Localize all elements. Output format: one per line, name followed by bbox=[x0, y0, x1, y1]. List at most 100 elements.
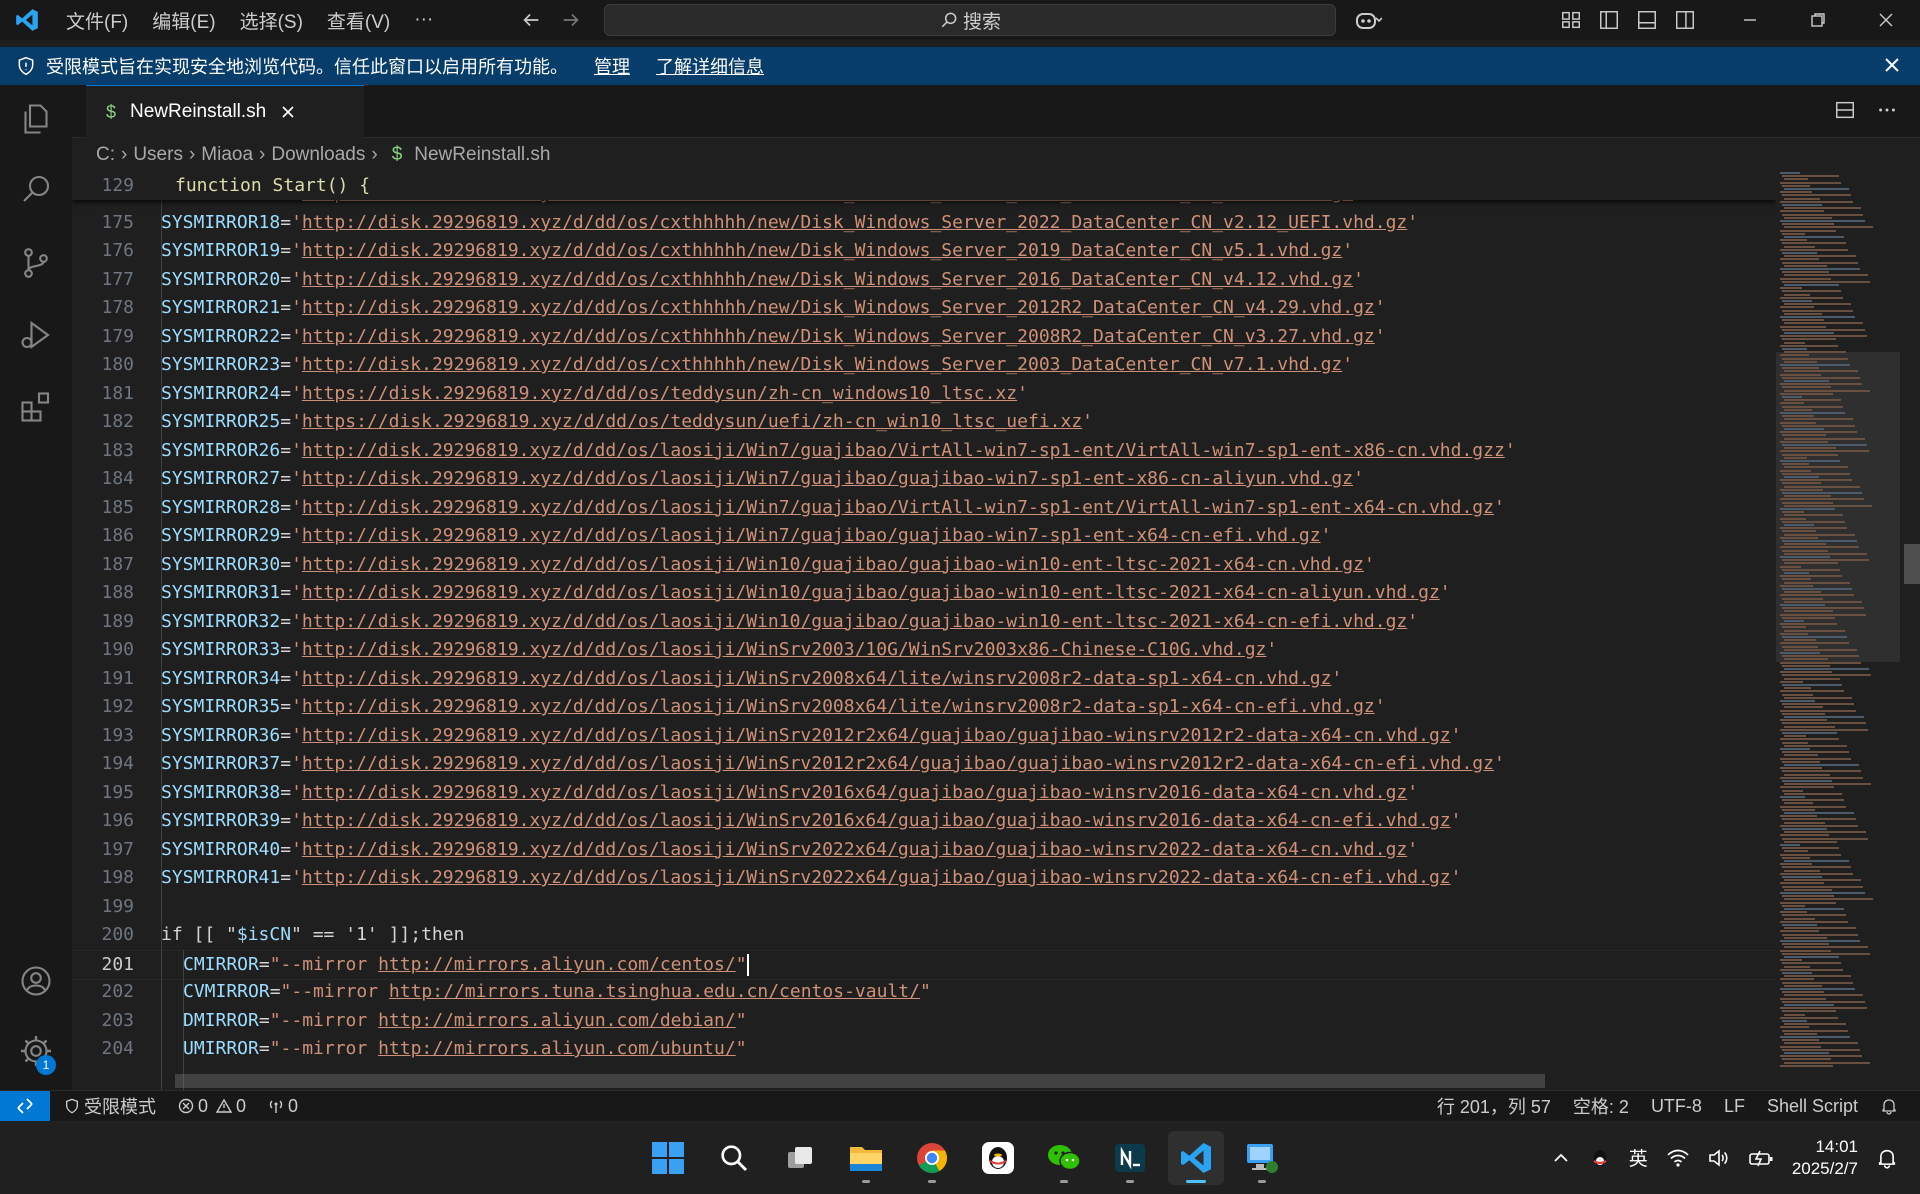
restore-button[interactable] bbox=[1784, 0, 1852, 40]
mirror-url-link[interactable]: http://disk.29296819.xyz/d/dd/os/cxthhhh… bbox=[302, 240, 1342, 261]
mirror-url-link[interactable]: http://disk.29296819.xyz/d/dd/os/laosiji… bbox=[302, 696, 1375, 717]
mirror-url-link[interactable]: http://mirrors.aliyun.com/ubuntu/ bbox=[378, 1038, 736, 1059]
mirror-url-link[interactable]: http://disk.29296819.xyz/d/dd/os/laosiji… bbox=[302, 497, 1494, 518]
notification-bell-icon[interactable] bbox=[1876, 1147, 1898, 1169]
language-mode[interactable]: Shell Script bbox=[1767, 1096, 1858, 1117]
more-actions-icon[interactable] bbox=[1876, 99, 1898, 121]
tab-close-icon[interactable] bbox=[280, 104, 296, 120]
input-method-indicator[interactable]: 英 bbox=[1629, 1144, 1648, 1171]
encoding[interactable]: UTF-8 bbox=[1651, 1096, 1702, 1117]
mirror-url-link[interactable]: http://mirrors.aliyun.com/debian/ bbox=[378, 1010, 736, 1031]
mirror-url-link[interactable]: http://disk.29296819.xyz/d/dd/os/laosiji… bbox=[302, 753, 1494, 774]
remote-indicator[interactable] bbox=[0, 1091, 50, 1121]
mirror-url-link[interactable]: http://disk.29296819.xyz/d/dd/os/cxthhhh… bbox=[302, 269, 1353, 290]
mirror-url-link[interactable]: http://mirrors.aliyun.com/centos/ bbox=[378, 954, 736, 975]
file-explorer-app[interactable] bbox=[838, 1131, 894, 1185]
mirror-url-link[interactable]: http://disk.29296819.xyz/d/dd/os/laosiji… bbox=[302, 810, 1451, 831]
mirror-url-link[interactable]: http://disk.29296819.xyz/d/dd/os/laosiji… bbox=[302, 554, 1364, 575]
cursor-position[interactable]: 行 201，列 57 bbox=[1437, 1093, 1551, 1119]
running-indicator bbox=[928, 1180, 936, 1183]
scrollbar-thumb[interactable] bbox=[1904, 544, 1920, 584]
notifications-button[interactable] bbox=[1880, 1097, 1898, 1115]
qq-app[interactable] bbox=[970, 1131, 1026, 1185]
clock[interactable]: 14:01 2025/2/7 bbox=[1792, 1136, 1858, 1180]
minimap-line bbox=[1784, 1023, 1846, 1026]
breadcrumb-miaoa[interactable]: Miaoa bbox=[201, 144, 253, 166]
mirror-url-link[interactable]: http://disk.29296819.xyz/d/dd/os/laosiji… bbox=[302, 839, 1407, 860]
taskbar-search-button[interactable] bbox=[706, 1131, 762, 1185]
command-center-search[interactable]: 搜索 bbox=[604, 4, 1336, 36]
mirror-url-link[interactable]: http://disk.29296819.xyz/d/dd/os/laosiji… bbox=[302, 611, 1407, 632]
mirror-url-link[interactable]: http://disk.29296819.xyz/d/dd/os/laosiji… bbox=[302, 440, 1505, 461]
battery-charging-icon[interactable] bbox=[1748, 1148, 1774, 1168]
menu-view[interactable]: 查看(V) bbox=[315, 7, 402, 34]
menu-edit[interactable]: 编辑(E) bbox=[140, 7, 227, 34]
toggle-secondary-sidebar-icon[interactable] bbox=[1674, 9, 1696, 31]
chevron-up-icon[interactable] bbox=[1551, 1148, 1571, 1168]
code-editor[interactable]: 129 function Start() { 174SYSMIRROR17='h… bbox=[72, 172, 1776, 1090]
mirror-url-link[interactable]: http://disk.29296819.xyz/d/dd/os/laosiji… bbox=[302, 668, 1332, 689]
code-token: = bbox=[280, 753, 292, 774]
remote-desktop-app[interactable] bbox=[1234, 1131, 1290, 1185]
mirror-url-link[interactable]: http://disk.29296819.xyz/d/dd/os/laosiji… bbox=[302, 582, 1440, 603]
toggle-primary-sidebar-icon[interactable] bbox=[1598, 9, 1620, 31]
banner-manage-link[interactable]: 管理 bbox=[594, 53, 630, 79]
mirror-url-link[interactable]: http://disk.29296819.xyz/d/dd/os/cxthhhh… bbox=[302, 326, 1375, 347]
ports-status[interactable]: 0 bbox=[268, 1096, 298, 1117]
mirror-url-link[interactable]: http://disk.29296819.xyz/d/dd/os/cxthhhh… bbox=[302, 212, 1407, 233]
breadcrumb-drive[interactable]: C: bbox=[96, 144, 115, 166]
back-arrow-icon[interactable] bbox=[520, 9, 542, 31]
menu-more[interactable]: ··· bbox=[402, 9, 445, 31]
breadcrumb-users[interactable]: Users bbox=[133, 144, 183, 166]
menu-selection[interactable]: 选择(S) bbox=[228, 7, 315, 34]
minimize-button[interactable] bbox=[1716, 0, 1784, 40]
minimap[interactable] bbox=[1776, 172, 1900, 1090]
extensions-button[interactable] bbox=[16, 387, 56, 427]
source-control-button[interactable] bbox=[16, 243, 56, 283]
customize-layout-icon[interactable] bbox=[1560, 9, 1582, 31]
mirror-url-link[interactable]: http://disk.29296819.xyz/d/dd/os/laosiji… bbox=[302, 525, 1321, 546]
mirror-url-link[interactable]: http://disk.29296819.xyz/d/dd/os/laosiji… bbox=[302, 867, 1451, 888]
close-window-button[interactable] bbox=[1852, 0, 1920, 40]
horizontal-scrollbar[interactable] bbox=[175, 1074, 1545, 1088]
menu-file[interactable]: 文件(F) bbox=[54, 7, 140, 34]
start-button[interactable] bbox=[640, 1131, 696, 1185]
mirror-url-link[interactable]: http://disk.29296819.xyz/d/dd/os/cxthhhh… bbox=[302, 297, 1375, 318]
mirror-url-link[interactable]: http://disk.29296819.xyz/d/dd/os/laosiji… bbox=[302, 725, 1451, 746]
mirror-url-link[interactable]: http://mirrors.tuna.tsinghua.edu.cn/cent… bbox=[389, 981, 920, 1002]
chrome-app[interactable] bbox=[904, 1131, 960, 1185]
mirror-url-link[interactable]: http://disk.29296819.xyz/d/dd/os/laosiji… bbox=[302, 782, 1407, 803]
breadcrumb-file[interactable]: NewReinstall.sh bbox=[414, 144, 550, 166]
toggle-panel-icon[interactable] bbox=[1636, 9, 1658, 31]
mirror-url-link[interactable]: https://disk.29296819.xyz/d/dd/os/teddys… bbox=[302, 411, 1082, 432]
mirror-url-link[interactable]: http://disk.29296819.xyz/d/dd/os/cxthhhh… bbox=[302, 354, 1342, 375]
end-of-line[interactable]: LF bbox=[1724, 1096, 1745, 1117]
vscode-app[interactable] bbox=[1168, 1131, 1224, 1185]
mirror-url-link[interactable]: http://disk.29296819.xyz/d/dd/os/laosiji… bbox=[302, 639, 1267, 660]
run-debug-button[interactable] bbox=[16, 315, 56, 355]
vertical-scrollbar[interactable] bbox=[1900, 172, 1920, 1090]
task-view-button[interactable] bbox=[772, 1131, 828, 1185]
indentation[interactable]: 空格: 2 bbox=[1573, 1093, 1629, 1119]
restricted-mode-status[interactable]: 受限模式 bbox=[64, 1093, 156, 1119]
problems-status[interactable]: 0 0 bbox=[178, 1096, 246, 1117]
split-editor-icon[interactable] bbox=[1834, 99, 1856, 121]
tab-newreinstall-sh[interactable]: $ NewReinstall.sh bbox=[86, 85, 364, 138]
qq-tray-icon[interactable] bbox=[1589, 1147, 1611, 1169]
mirror-url-link[interactable]: https://disk.29296819.xyz/d/dd/os/teddys… bbox=[302, 383, 1017, 404]
banner-close-icon[interactable] bbox=[1882, 55, 1902, 75]
sticky-scroll-header[interactable]: 129 function Start() { bbox=[72, 172, 1776, 200]
terminal-app[interactable] bbox=[1102, 1131, 1158, 1185]
search-view-button[interactable] bbox=[16, 169, 56, 209]
volume-icon[interactable] bbox=[1708, 1148, 1730, 1168]
wechat-app[interactable] bbox=[1036, 1131, 1092, 1185]
wifi-icon[interactable] bbox=[1666, 1148, 1690, 1168]
explorer-button[interactable] bbox=[16, 99, 56, 139]
banner-learn-more-link[interactable]: 了解详细信息 bbox=[656, 53, 764, 79]
copilot-icon[interactable] bbox=[1354, 8, 1382, 32]
accounts-button[interactable] bbox=[16, 961, 56, 1001]
breadcrumb-downloads[interactable]: Downloads bbox=[271, 144, 365, 166]
forward-arrow-icon[interactable] bbox=[560, 9, 582, 31]
code-text: SYSMIRROR29='http://disk.29296819.xyz/d/… bbox=[161, 522, 1331, 550]
mirror-url-link[interactable]: http://disk.29296819.xyz/d/dd/os/laosiji… bbox=[302, 468, 1353, 489]
